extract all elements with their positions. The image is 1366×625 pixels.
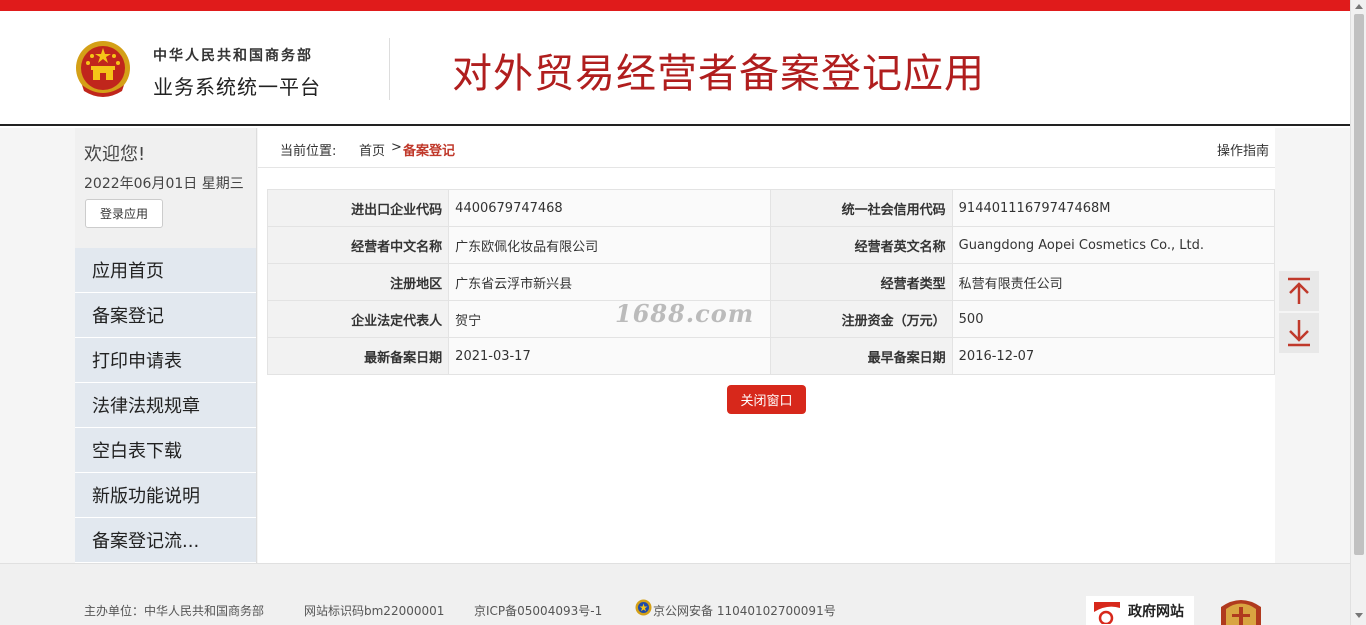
- field-label: 经营者中文名称: [266, 226, 450, 264]
- field-label: 经营者类型: [770, 263, 953, 301]
- scroll-to-top-button[interactable]: [1279, 271, 1319, 311]
- sidebar-item-print-application[interactable]: 打印申请表: [75, 338, 256, 383]
- field-label: 企业法定代表人: [266, 300, 450, 338]
- registration-info-table: 进出口企业代码 4400679747468 统一社会信用代码 914401116…: [266, 189, 1276, 375]
- field-value: 2016-12-07: [951, 337, 1276, 375]
- field-label: 统一社会信用代码: [770, 189, 953, 227]
- main-content: 当前位置: 首页 > 备案登记 操作指南 进出口企业代码 44006797474…: [258, 128, 1276, 563]
- arrow-to-top-icon: [1288, 277, 1310, 304]
- top-red-bar: [0, 0, 1350, 11]
- footer: 主办单位：中华人民共和国商务部 网站标识码bm22000001 京ICP备050…: [0, 563, 1350, 625]
- header: 中华人民共和国商务部 业务系统统一平台 对外贸易经营者备案登记应用: [0, 11, 1350, 126]
- welcome-text: 欢迎您!: [84, 144, 146, 165]
- field-value: 4400679747468: [448, 189, 772, 227]
- field-label: 注册地区: [266, 263, 450, 301]
- field-value: 2021-03-17: [448, 337, 772, 375]
- gov-badge-label: 政府网站: [1128, 604, 1184, 620]
- table-row: 最新备案日期 2021-03-17 最早备案日期 2016-12-07: [266, 337, 1276, 375]
- watermark: 1688.com: [615, 299, 755, 328]
- field-label: 进出口企业代码: [266, 189, 450, 227]
- close-window-button[interactable]: 关闭窗口: [727, 385, 806, 414]
- national-emblem-icon: [76, 41, 130, 97]
- sidebar-item-registration-flow[interactable]: 备案登记流...: [75, 518, 256, 563]
- scroll-thumb[interactable]: [1354, 14, 1364, 555]
- field-value: Guangdong Aopei Cosmetics Co., Ltd.: [951, 226, 1276, 264]
- platform-name: 业务系统统一平台: [153, 75, 321, 99]
- operation-guide-link[interactable]: 操作指南: [1217, 140, 1269, 159]
- police-badge-icon: [635, 599, 652, 616]
- scroll-to-bottom-button[interactable]: [1279, 313, 1319, 353]
- sidebar-item-new-features[interactable]: 新版功能说明: [75, 473, 256, 518]
- field-label: 注册资金（万元）: [770, 300, 953, 338]
- vertical-scrollbar[interactable]: [1350, 0, 1366, 625]
- field-value: 私营有限责任公司: [951, 263, 1276, 301]
- footer-site-id: 网站标识码bm22000001: [304, 604, 445, 618]
- app-title: 对外贸易经营者备案登记应用: [452, 51, 985, 97]
- footer-sponsor: 主办单位：中华人民共和国商务部: [84, 604, 265, 618]
- sidebar-nav: 应用首页 备案登记 打印申请表 法律法规规章 空白表下载 新版功能说明 备案登记…: [75, 248, 256, 563]
- arrow-to-bottom-icon: [1288, 320, 1310, 347]
- sidebar-item-laws[interactable]: 法律法规规章: [75, 383, 256, 428]
- table-row: 企业法定代表人 贺宁 注册资金（万元） 500: [266, 300, 1276, 338]
- org-name: 中华人民共和国商务部: [153, 48, 313, 64]
- header-divider: [389, 38, 390, 100]
- current-date: 2022年06月01日 星期三: [84, 176, 244, 192]
- sidebar-item-registration[interactable]: 备案登记: [75, 293, 256, 338]
- gov-flag-icon: [1094, 602, 1120, 624]
- field-value: 91440111679747468M: [951, 189, 1276, 227]
- field-value: 广东省云浮市新兴县: [448, 263, 772, 301]
- field-value: 广东欧佩化妆品有限公司: [448, 226, 772, 264]
- table-row: 进出口企业代码 4400679747468 统一社会信用代码 914401116…: [266, 189, 1276, 227]
- table-row: 注册地区 广东省云浮市新兴县 经营者类型 私营有限责任公司: [266, 263, 1276, 301]
- breadcrumb-home-link[interactable]: 首页: [359, 140, 385, 159]
- breadcrumb-separator: >: [391, 140, 402, 155]
- field-label: 经营者英文名称: [770, 226, 953, 264]
- field-label: 最新备案日期: [266, 337, 450, 375]
- sidebar-item-home[interactable]: 应用首页: [75, 248, 256, 293]
- verification-seal-icon[interactable]: [1218, 597, 1264, 625]
- scroll-down-arrow[interactable]: [1355, 613, 1363, 618]
- sidebar: 欢迎您! 2022年06月01日 星期三 登录应用 应用首页 备案登记 打印申请…: [75, 128, 257, 563]
- sidebar-item-blank-forms[interactable]: 空白表下载: [75, 428, 256, 473]
- gov-website-badge[interactable]: 政府网站: [1086, 596, 1194, 625]
- field-label: 最早备案日期: [770, 337, 953, 375]
- footer-police-link[interactable]: 京公网安备 11040102700091号: [653, 602, 836, 619]
- breadcrumb: 当前位置: 首页 > 备案登记 操作指南: [258, 128, 1275, 168]
- footer-icp-link[interactable]: 京ICP备05004093号-1: [474, 602, 602, 619]
- scroll-up-arrow[interactable]: [1355, 4, 1363, 9]
- login-button[interactable]: 登录应用: [85, 199, 163, 228]
- field-value: 500: [951, 300, 1276, 338]
- breadcrumb-label: 当前位置:: [280, 144, 337, 159]
- breadcrumb-current: 备案登记: [403, 144, 456, 159]
- table-row: 经营者中文名称 广东欧佩化妆品有限公司 经营者英文名称 Guangdong Ao…: [266, 226, 1276, 264]
